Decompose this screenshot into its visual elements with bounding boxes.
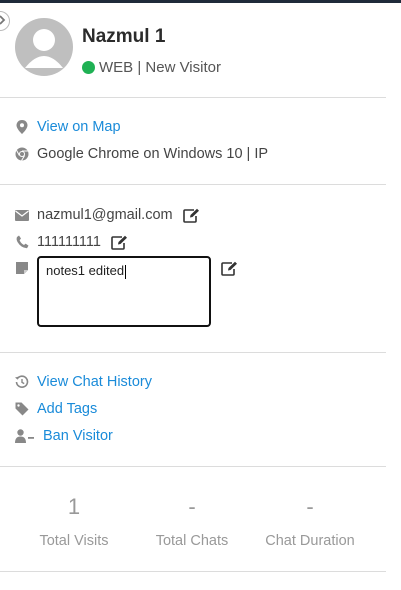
collapse-panel-button[interactable] <box>0 11 10 31</box>
ban-visitor-link[interactable]: Ban Visitor <box>43 428 113 444</box>
phone-icon <box>15 235 29 249</box>
total-chats-value: - <box>188 494 196 519</box>
browser-info-row: Google Chrome on Windows 10 | IP <box>15 146 268 162</box>
visitor-name: Nazmul 1 <box>82 26 166 47</box>
envelope-icon <box>15 208 29 222</box>
sticky-note-icon <box>15 261 29 275</box>
add-tags-row[interactable]: Add Tags <box>15 401 97 417</box>
view-chat-history-link[interactable]: View Chat History <box>37 374 152 390</box>
top-bar <box>0 0 401 3</box>
email-row: nazmul1@gmail.com <box>15 206 201 224</box>
visitor-status: WEB | New Visitor <box>82 59 221 76</box>
phone-row: 111111111 <box>15 233 129 251</box>
notes-input[interactable]: notes1 edited <box>37 256 211 327</box>
view-chat-history-row[interactable]: View Chat History <box>15 374 152 390</box>
divider <box>0 352 386 353</box>
history-icon <box>15 375 29 389</box>
tag-icon <box>15 402 29 416</box>
avatar <box>15 18 73 76</box>
edit-phone-icon[interactable] <box>111 233 129 251</box>
phone-text: 111111111 <box>37 234 101 250</box>
edit-email-icon[interactable] <box>183 206 201 224</box>
divider <box>0 184 386 185</box>
total-visits-value: 1 <box>67 494 81 519</box>
map-marker-icon <box>15 120 29 134</box>
email-text: nazmul1@gmail.com <box>37 207 173 223</box>
divider <box>0 571 386 572</box>
edit-notes-icon[interactable] <box>220 259 238 277</box>
total-visits-label: Total Visits <box>39 533 109 549</box>
notes-row <box>15 261 37 275</box>
notes-input-text: notes1 edited <box>46 263 125 278</box>
add-tags-link[interactable]: Add Tags <box>37 401 97 417</box>
browser-info-text: Google Chrome on Windows 10 | IP <box>37 146 269 162</box>
divider <box>0 97 386 98</box>
chat-duration-value: - <box>306 494 314 519</box>
user-minus-icon <box>15 429 35 443</box>
total-chats-label: Total Chats <box>155 533 229 549</box>
chat-duration-label: Chat Duration <box>265 533 355 549</box>
chevron-right-icon <box>0 14 6 28</box>
ban-visitor-row[interactable]: Ban Visitor <box>15 428 113 444</box>
view-on-map-row[interactable]: View on Map <box>15 119 121 135</box>
view-on-map-link[interactable]: View on Map <box>37 119 121 135</box>
chrome-icon <box>15 147 29 161</box>
divider <box>0 466 386 467</box>
text-cursor <box>125 264 127 279</box>
online-status-dot <box>82 61 95 74</box>
visitor-status-text: WEB | New Visitor <box>99 59 221 76</box>
